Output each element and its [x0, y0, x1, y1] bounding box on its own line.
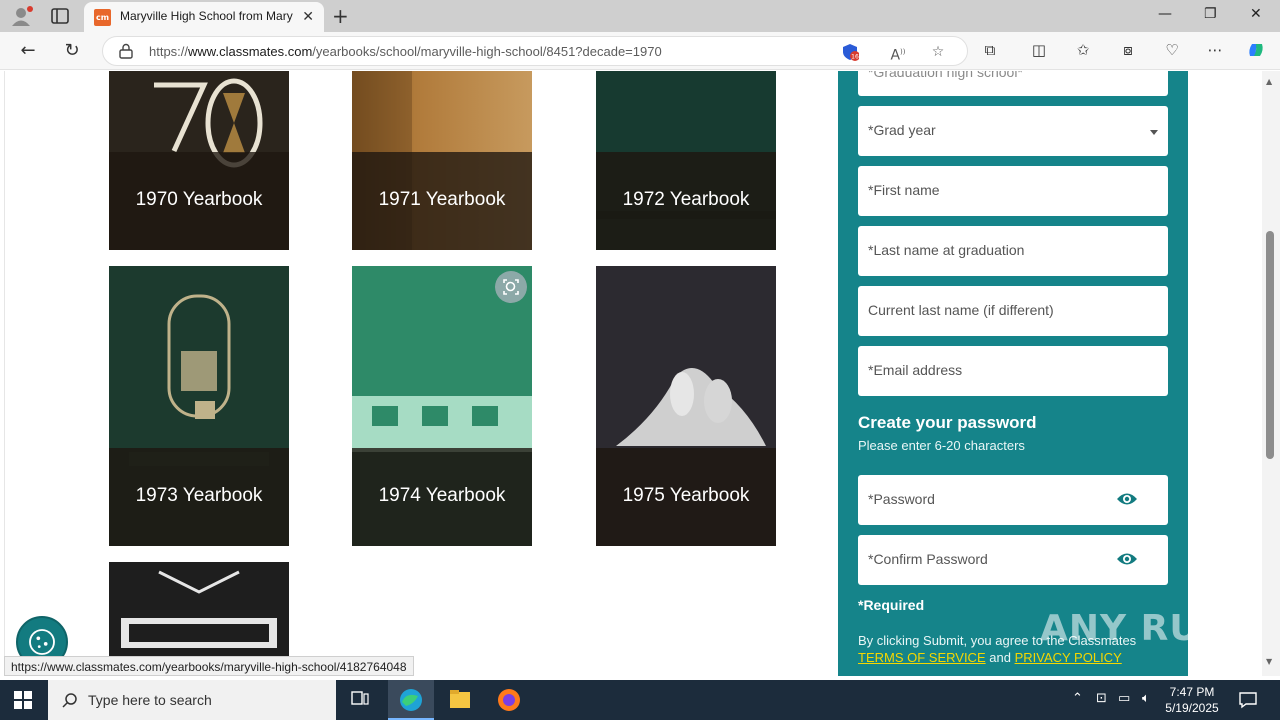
restore-icon[interactable]: ❐ [1204, 6, 1217, 22]
confirm-password-placeholder: *Confirm Password [868, 551, 988, 567]
minimize-icon[interactable]: — [1158, 6, 1172, 22]
reload-icon[interactable]: ↻ [61, 40, 83, 62]
yearbook-label: 1974 Yearbook [352, 448, 532, 546]
email-field[interactable]: *Email address [858, 346, 1168, 396]
scroll-up-arrow-icon[interactable]: ▲ [1266, 77, 1272, 86]
new-tab-icon[interactable]: + [332, 4, 349, 28]
close-window-icon[interactable]: ✕ [1250, 6, 1262, 22]
close-tab-icon[interactable]: ✕ [302, 8, 314, 25]
search-icon [62, 693, 77, 708]
edge-icon [400, 689, 422, 711]
current-last-name-field[interactable]: Current last name (if different) [858, 286, 1168, 336]
classmates-favicon-icon: cm [94, 9, 111, 26]
back-icon[interactable]: ← [17, 40, 39, 62]
tray-device-icon[interactable]: ⊡ [1096, 691, 1107, 706]
browser-titlebar: cm Maryville High School from Mary ✕ + —… [0, 0, 1280, 32]
taskbar-edge[interactable] [388, 680, 434, 720]
yearbook-card-1973[interactable]: 1973 Yearbook [109, 266, 289, 546]
web-page: 1970 Yearbook 1971 Yearbook 1972 Yearboo… [0, 71, 1262, 676]
browser-toolbar: ← ↻ https://www.classmates.com/yearbooks… [0, 32, 1280, 70]
split-screen-icon[interactable]: ◫ [1029, 40, 1049, 60]
tray-overflow-chevron-icon[interactable]: ⌃ [1072, 691, 1083, 706]
tab-title: Maryville High School from Mary [120, 9, 293, 23]
page-scrollbar[interactable]: ▲ ▼ [1262, 71, 1280, 676]
password-placeholder: *Password [868, 491, 935, 507]
confirm-password-field[interactable]: *Confirm Password [858, 535, 1168, 585]
windows-start-icon[interactable] [14, 691, 32, 709]
yearbook-label: 1973 Yearbook [109, 448, 289, 546]
favorites-icon[interactable]: ✩ [1073, 40, 1093, 60]
last-name-placeholder: *Last name at graduation [868, 242, 1025, 258]
yearbook-card-1975[interactable]: 1975 Yearbook [596, 266, 776, 546]
taskbar-search-placeholder: Type here to search [88, 692, 212, 708]
lock-icon[interactable] [119, 43, 133, 59]
first-name-field[interactable]: *First name [858, 166, 1168, 216]
browser-tab-active[interactable]: cm Maryville High School from Mary ✕ [84, 2, 324, 32]
yearbook-label: 1972 Yearbook [596, 152, 776, 250]
yearbook-card-1970[interactable]: 1970 Yearbook [109, 71, 289, 250]
last-name-field[interactable]: *Last name at graduation [858, 226, 1168, 276]
page-left-border [4, 71, 5, 676]
copilot-icon[interactable] [1246, 40, 1266, 60]
yearbook-card-1972[interactable]: 1972 Yearbook [596, 71, 776, 250]
required-note: *Required [858, 597, 925, 613]
terms-of-service-link[interactable]: TERMS OF SERVICE [858, 650, 986, 665]
notifications-icon[interactable] [1238, 690, 1258, 710]
scroll-down-arrow-icon[interactable]: ▼ [1266, 657, 1272, 666]
email-placeholder: *Email address [868, 362, 963, 378]
volume-icon[interactable]: 🔈︎ [1142, 691, 1150, 706]
graduation-school-placeholder: *Graduation high school* [868, 71, 1023, 80]
file-explorer-icon[interactable] [437, 680, 483, 720]
current-last-name-placeholder: Current last name (if different) [868, 302, 1054, 318]
read-aloud-icon[interactable]: A)) [889, 43, 907, 64]
profile-icon[interactable] [10, 5, 34, 27]
password-heading: Create your password [858, 413, 1037, 432]
windows-taskbar: Type here to search ⌃ ⊡ ▭ 🔈︎ 7:47 PM 5/1… [0, 680, 1280, 720]
yearbook-label: 1970 Yearbook [109, 152, 289, 250]
collections-icon[interactable]: ⧇ [1118, 40, 1138, 60]
privacy-policy-link[interactable]: PRIVACY POLICY [1015, 650, 1122, 665]
status-bar-url: https://www.classmates.com/yearbooks/mar… [4, 656, 414, 676]
visual-search-icon[interactable] [495, 271, 527, 303]
network-icon[interactable]: ▭ [1118, 691, 1130, 706]
grad-year-placeholder: *Grad year [868, 122, 936, 138]
yearbook-label: 1975 Yearbook [596, 448, 776, 546]
grad-year-select[interactable]: *Grad year [858, 106, 1168, 156]
tab-actions-icon[interactable] [50, 6, 70, 26]
first-name-placeholder: *First name [868, 182, 940, 198]
extensions-icon[interactable]: ⧉ [980, 40, 1000, 60]
password-field[interactable]: *Password [858, 475, 1168, 525]
yearbook-card-1974[interactable]: 1974 Yearbook [352, 266, 532, 546]
firefox-icon[interactable] [486, 680, 532, 720]
taskbar-search-box[interactable]: Type here to search [48, 680, 336, 720]
graduation-school-field[interactable]: *Graduation high school* [858, 71, 1168, 96]
extension-shield-icon[interactable]: 16 [841, 43, 860, 61]
address-bar[interactable]: https://www.classmates.com/yearbooks/sch… [102, 36, 968, 66]
favorite-star-icon[interactable]: ☆ [929, 43, 947, 61]
svg-text:16: 16 [851, 54, 859, 61]
browser-essentials-icon[interactable]: ♡ [1162, 40, 1182, 60]
task-view-icon[interactable] [337, 680, 383, 720]
yearbook-card-1971[interactable]: 1971 Yearbook [352, 71, 532, 250]
yearbook-label: 1971 Yearbook [352, 152, 532, 250]
taskbar-clock[interactable]: 7:47 PM 5/19/2025 [1160, 684, 1224, 716]
show-password-eye-icon[interactable] [1116, 491, 1138, 507]
registration-form-panel: *Graduation high school* *Grad year *Fir… [838, 71, 1188, 676]
settings-more-icon[interactable]: ⋯ [1205, 40, 1225, 60]
url-text[interactable]: https://www.classmates.com/yearbooks/sch… [149, 44, 662, 59]
anyrun-watermark: ANY RUN [1040, 608, 1231, 649]
scrollbar-thumb[interactable] [1266, 231, 1274, 459]
password-hint: Please enter 6-20 characters [858, 438, 1025, 453]
chevron-down-icon [1150, 130, 1158, 135]
show-confirm-password-eye-icon[interactable] [1116, 551, 1138, 567]
